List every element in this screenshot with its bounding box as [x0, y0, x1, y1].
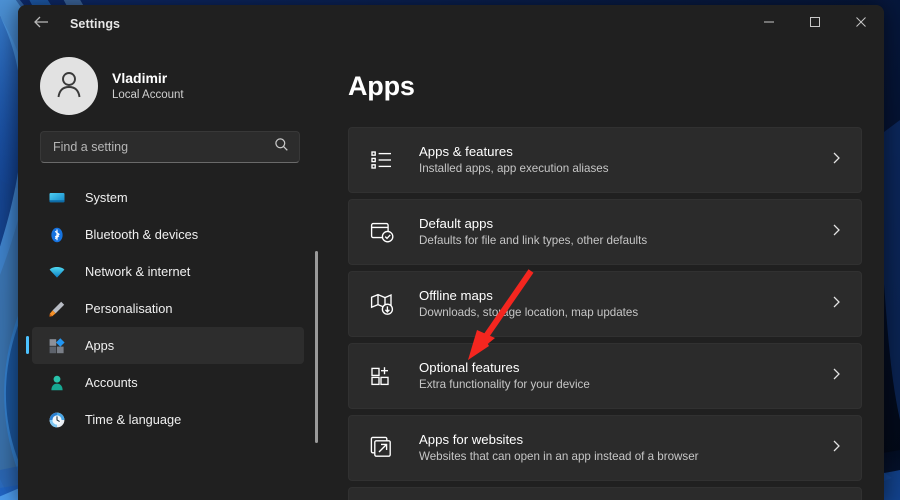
minimize-button[interactable]	[746, 5, 792, 43]
window-title: Settings	[70, 17, 120, 31]
page-title: Apps	[348, 71, 862, 102]
sidebar-item-apps[interactable]: Apps	[32, 327, 304, 364]
list-bullets-icon	[369, 147, 395, 173]
wifi-icon	[48, 263, 66, 281]
sidebar-item-bluetooth-devices[interactable]: Bluetooth & devices	[32, 216, 304, 253]
bluetooth-icon	[48, 226, 66, 244]
card-subtitle: Websites that can open in an app instead…	[419, 449, 829, 466]
card-title: Default apps	[419, 214, 829, 233]
clock-icon	[48, 411, 66, 429]
sidebar-scrollbar[interactable]	[315, 251, 318, 443]
chevron-right-icon	[829, 295, 843, 314]
avatar	[40, 57, 98, 115]
settings-card-optional-features[interactable]: Optional features Extra functionality fo…	[348, 343, 862, 409]
card-subtitle: Installed apps, app execution aliases	[419, 161, 829, 178]
sidebar-item-label: Time & language	[85, 412, 181, 427]
card-title: Optional features	[419, 358, 829, 377]
settings-window: Settings	[18, 5, 884, 500]
minimize-icon	[763, 15, 775, 33]
sidebar-item-time-language[interactable]: Time & language	[32, 401, 304, 438]
close-icon	[855, 15, 867, 33]
sidebar-item-label: Bluetooth & devices	[85, 227, 198, 242]
grid-plus-icon	[369, 363, 395, 389]
settings-card-partial[interactable]	[348, 487, 862, 500]
account-name: Vladimir	[112, 69, 184, 88]
sidebar-item-network-internet[interactable]: Network & internet	[32, 253, 304, 290]
person-icon	[48, 374, 66, 392]
back-arrow-icon	[33, 15, 49, 34]
search-icon	[274, 137, 289, 157]
map-download-icon	[369, 291, 395, 317]
back-button[interactable]	[26, 9, 56, 39]
settings-card-apps-for-websites[interactable]: Apps for websites Websites that can open…	[348, 415, 862, 481]
monitor-icon	[48, 189, 66, 207]
main-content: Apps Apps & features Installed apps, app…	[320, 43, 884, 500]
chevron-right-icon	[829, 151, 843, 170]
card-subtitle: Downloads, storage location, map updates	[419, 305, 829, 322]
sidebar-item-label: Network & internet	[85, 264, 190, 279]
sidebar-item-label: Personalisation	[85, 301, 173, 316]
search-box[interactable]	[40, 131, 300, 163]
title-bar: Settings	[18, 5, 884, 43]
settings-card-default-apps[interactable]: Default apps Defaults for file and link …	[348, 199, 862, 265]
window-controls	[746, 5, 884, 43]
chevron-right-icon	[829, 439, 843, 458]
sidebar-item-accounts[interactable]: Accounts	[32, 364, 304, 401]
chevron-right-icon	[829, 367, 843, 386]
card-title: Apps & features	[419, 142, 829, 161]
account-summary[interactable]: Vladimir Local Account	[18, 43, 320, 131]
card-subtitle: Defaults for file and link types, other …	[419, 233, 829, 250]
apps-grid-icon	[48, 337, 66, 355]
sidebar-item-personalisation[interactable]: Personalisation	[32, 290, 304, 327]
close-button[interactable]	[838, 5, 884, 43]
sidebar: Vladimir Local Account	[18, 43, 320, 500]
maximize-icon	[809, 15, 821, 33]
sidebar-item-label: Apps	[85, 338, 114, 353]
person-avatar-icon	[52, 67, 86, 106]
window-body: Vladimir Local Account	[18, 43, 884, 500]
window-check-icon	[369, 219, 395, 245]
chevron-right-icon	[829, 223, 843, 242]
sidebar-item-system[interactable]: System	[32, 179, 304, 216]
search-input[interactable]	[53, 140, 274, 154]
sidebar-item-label: System	[85, 190, 128, 205]
account-subtitle: Local Account	[112, 87, 184, 103]
sidebar-item-label: Accounts	[85, 375, 138, 390]
settings-card-apps-features[interactable]: Apps & features Installed apps, app exec…	[348, 127, 862, 193]
card-title: Offline maps	[419, 286, 829, 305]
paintbrush-icon	[48, 300, 66, 318]
card-title: Apps for websites	[419, 430, 829, 449]
settings-card-offline-maps[interactable]: Offline maps Downloads, storage location…	[348, 271, 862, 337]
open-external-icon	[369, 435, 395, 461]
card-subtitle: Extra functionality for your device	[419, 377, 829, 394]
maximize-button[interactable]	[792, 5, 838, 43]
sidebar-nav: System Bluetooth & devices	[18, 179, 320, 438]
